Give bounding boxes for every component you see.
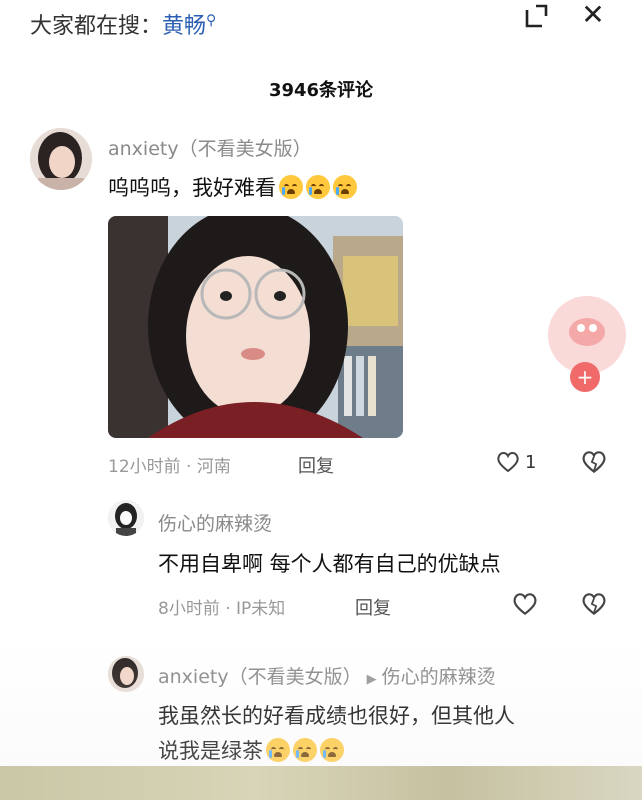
broken-heart-icon [582, 451, 606, 474]
reply-username[interactable]: 伤心的麻辣烫 [158, 509, 272, 536]
reply-arrow-icon: ▶ [366, 672, 377, 687]
add-icon[interactable]: + [570, 362, 600, 392]
broken-heart-icon [582, 593, 606, 616]
reply-meta: 8小时前 · IP未知 [158, 599, 286, 619]
reply-header: anxiety（不看美女版） ▶ 伤心的麻辣烫 [158, 662, 496, 689]
dislike-button[interactable] [580, 448, 610, 478]
comment-text: 呜呜呜，我好难看 [108, 172, 357, 202]
close-icon[interactable]: ✕ [578, 0, 608, 30]
reply-button[interactable]: 回复 [298, 452, 334, 478]
bottom-background-strip [0, 766, 642, 800]
crying-emoji-icon [320, 738, 344, 762]
crying-emoji-icon [266, 738, 290, 762]
crying-emoji-icon [306, 175, 330, 199]
crying-emoji-icon [293, 738, 317, 762]
reply-to-username[interactable]: 伤心的麻辣烫 [382, 666, 496, 688]
like-button[interactable]: 1 [495, 449, 536, 475]
avatar[interactable] [108, 656, 144, 692]
reply-button[interactable]: 回复 [355, 594, 391, 620]
crying-emoji-icon [279, 175, 303, 199]
magnifier-icon: ⚲ [206, 12, 217, 29]
comment-username[interactable]: anxiety（不看美女版） [108, 134, 312, 161]
reply-text: 不用自卑啊 每个人都有自己的优缺点 [158, 552, 501, 576]
search-suggestion[interactable]: 大家都在搜：黄畅⚲ [30, 8, 216, 40]
dislike-button[interactable] [580, 590, 610, 620]
heart-icon [497, 452, 519, 473]
like-count: 1 [525, 451, 537, 473]
heart-icon [513, 593, 537, 616]
expand-icon[interactable] [522, 2, 552, 32]
search-keyword-link[interactable]: 黄畅 [162, 14, 206, 39]
comment-meta: 12小时前 · 河南 [108, 457, 231, 477]
comment-photo[interactable] [108, 216, 403, 438]
search-prefix-label: 大家都在搜： [30, 14, 163, 39]
reply-text-line2: 说我是绿茶 [158, 735, 344, 765]
comment-text-body: 呜呜呜，我好难看 [108, 176, 276, 200]
reply-text-body: 说我是绿茶 [158, 739, 263, 763]
reply-username[interactable]: anxiety（不看美女版） [158, 666, 362, 688]
reply-text-line1: 我虽然长的好看成绩也很好，但其他人 [158, 704, 515, 728]
crying-emoji-icon [333, 175, 357, 199]
like-button[interactable] [511, 590, 541, 620]
avatar[interactable] [108, 500, 144, 536]
avatar[interactable] [30, 128, 92, 190]
comment-count-title: 3946条评论 [268, 80, 374, 101]
